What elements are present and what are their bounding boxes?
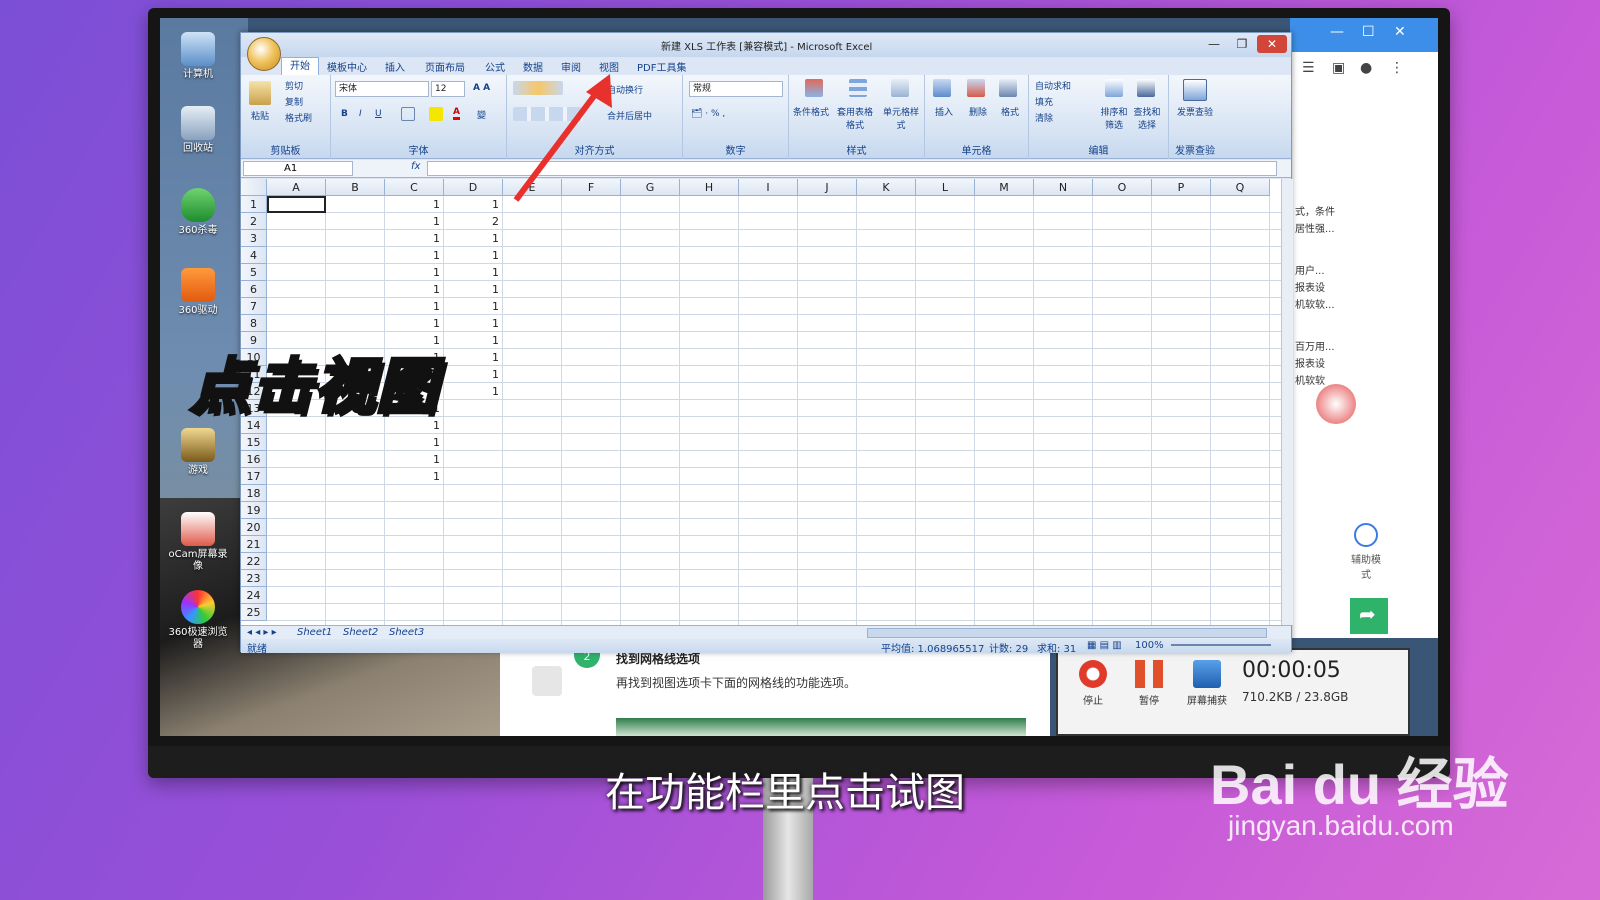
- baidu-watermark: Bai du 经验: [1210, 753, 1509, 816]
- baidu-watermark-url: jingyan.baidu.com: [1228, 810, 1454, 841]
- red-arrow: [513, 74, 612, 202]
- arrow-shaft: [513, 86, 603, 202]
- screen: 计算机 回收站 360杀毒 360驱动 游戏 oCam屏幕录像 360极速浏览器…: [160, 18, 1438, 736]
